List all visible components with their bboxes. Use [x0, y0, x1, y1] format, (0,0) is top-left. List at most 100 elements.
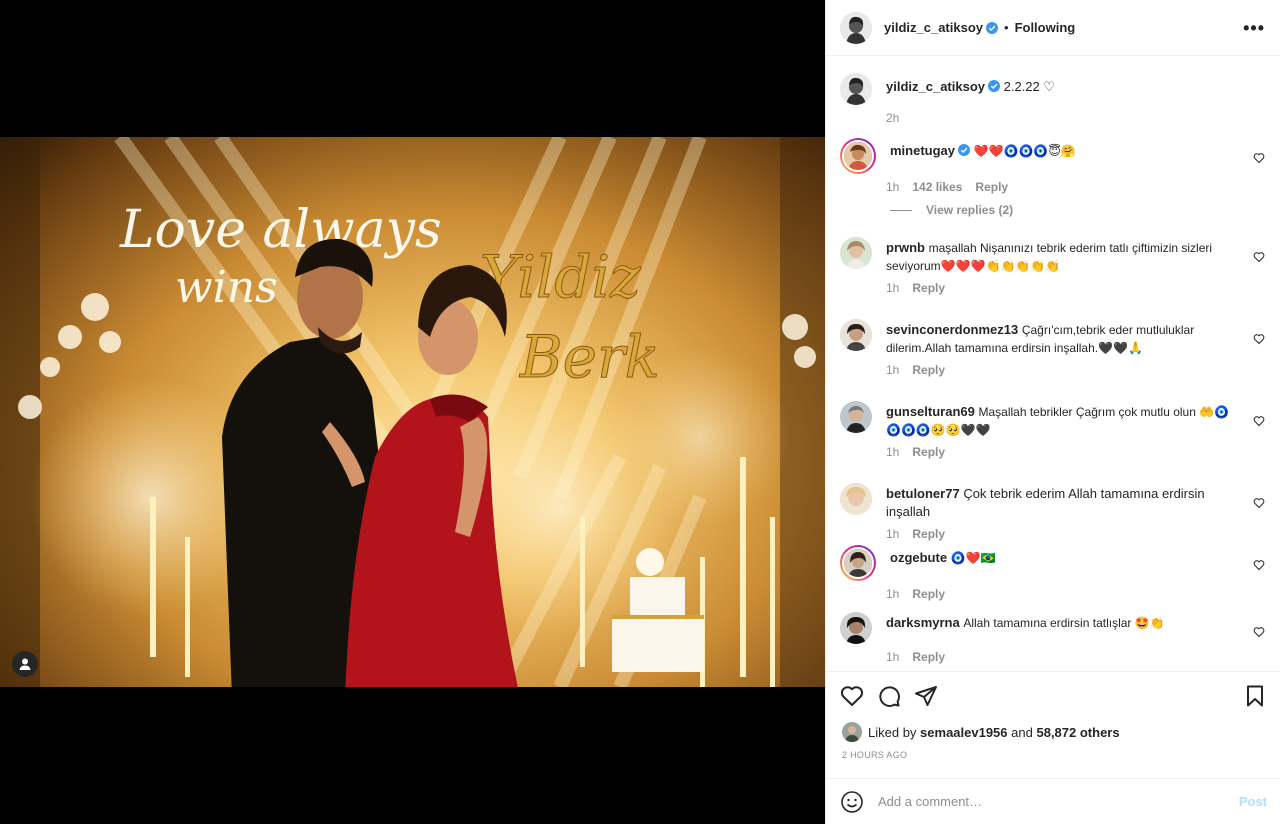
like-comment-heart-icon[interactable]	[1253, 152, 1265, 164]
view-replies-label: View replies (2)	[926, 203, 1014, 217]
view-replies-line	[890, 209, 912, 211]
comment-time[interactable]: 1h	[886, 180, 899, 194]
comment-time[interactable]: 1h	[886, 650, 899, 664]
likes-prefix: Liked by	[868, 724, 917, 740]
comment-username[interactable]: minetugay	[890, 143, 955, 158]
comment-item: gunselturan69 Maşallah tebrikler Çağrım …	[840, 401, 1265, 459]
comment-item: darksmyrna Allah tamamına erdirsin tatlı…	[840, 612, 1265, 664]
caption-username[interactable]: yildiz_c_atiksoy	[886, 79, 985, 94]
comment-username[interactable]: sevinconerdonmez13	[886, 322, 1018, 337]
caption: yildiz_c_atiksoy 2.2.22 ♡ 2h	[840, 73, 1265, 125]
comment-body: ozgebute 🧿❤️🇧🇷	[890, 545, 1245, 567]
like-comment-heart-icon[interactable]	[1253, 333, 1265, 345]
comment-time[interactable]: 1h	[886, 527, 899, 541]
avatar[interactable]	[840, 483, 872, 515]
comment-username[interactable]: prwnb	[886, 240, 925, 255]
comment-text: Allah tamamına erdirsin tatlışlar 🤩👏	[963, 616, 1165, 630]
view-replies-button[interactable]: View replies (2)	[890, 203, 1013, 217]
comment-item: ozgebute 🧿❤️🇧🇷 1h Reply	[840, 545, 1265, 601]
following-button[interactable]: Following	[1015, 20, 1076, 35]
avatar[interactable]	[840, 612, 872, 644]
comment-body: gunselturan69 Maşallah tebrikler Çağrım …	[886, 401, 1241, 439]
comment-bubble-icon[interactable]	[877, 684, 901, 708]
caption-text: 2.2.22 ♡	[1003, 79, 1056, 94]
liked-by-user[interactable]: semaalev1956	[920, 725, 1007, 740]
emoji-smiley-icon[interactable]	[840, 790, 864, 814]
save-bookmark-icon[interactable]	[1243, 684, 1267, 708]
comment-body: sevinconerdonmez13 Çağrı'cım,tebrik eder…	[886, 319, 1241, 357]
comment-text: ❤️❤️🧿🧿🧿😇🤗	[973, 144, 1076, 158]
post-timestamp[interactable]: 2 HOURS AGO	[842, 750, 907, 760]
post-media: Love always wins Yildiz Berk	[0, 0, 825, 824]
reply-button[interactable]: Reply	[912, 650, 945, 664]
add-comment-bar: Post	[826, 778, 1280, 824]
comment-username[interactable]: darksmyrna	[886, 615, 960, 630]
comment-item: betuloner77 Çok tebrik ederim Allah tama…	[840, 483, 1265, 541]
like-heart-icon[interactable]	[840, 684, 864, 708]
author-username[interactable]: yildiz_c_atiksoy	[884, 20, 983, 35]
verified-badge-icon	[988, 80, 1000, 92]
user-icon	[19, 658, 31, 670]
reply-button[interactable]: Reply	[912, 445, 945, 459]
like-comment-heart-icon[interactable]	[1253, 251, 1265, 263]
comment-body: darksmyrna Allah tamamına erdirsin tatlı…	[886, 612, 1241, 632]
verified-badge-icon	[986, 21, 998, 34]
comment-meta: 1h Reply	[886, 363, 1265, 377]
comment-meta: 1h Reply	[886, 650, 1265, 664]
like-comment-heart-icon[interactable]	[1253, 497, 1265, 509]
comment-meta: 1h Reply	[886, 281, 1265, 295]
avatar[interactable]	[840, 401, 872, 433]
avatar[interactable]	[840, 11, 872, 44]
comment-likes-count[interactable]: 142 likes	[912, 180, 962, 194]
tagged-user-button[interactable]	[12, 651, 38, 677]
reply-button[interactable]: Reply	[912, 587, 945, 601]
likes-others[interactable]: 58,872 others	[1036, 725, 1119, 740]
reply-button[interactable]: Reply	[912, 527, 945, 541]
svg-text:wins: wins	[175, 262, 278, 313]
caption-time[interactable]: 2h	[886, 111, 899, 125]
action-bar	[826, 671, 1280, 719]
comment-time[interactable]: 1h	[886, 587, 899, 601]
comment-body: betuloner77 Çok tebrik ederim Allah tama…	[886, 483, 1241, 521]
comment-meta: 1h 142 likes Reply	[886, 180, 1265, 194]
post-comment-button[interactable]: Post	[1239, 794, 1267, 809]
comment-time[interactable]: 1h	[886, 281, 899, 295]
post-photo[interactable]: Love always wins Yildiz Berk	[0, 137, 825, 687]
avatar[interactable]	[840, 138, 876, 174]
avatar[interactable]	[840, 237, 872, 269]
post-dialog: Love always wins Yildiz Berk yildiz_c_at…	[0, 0, 1280, 824]
comment-meta: 1h Reply	[886, 445, 1265, 459]
reply-button[interactable]: Reply	[912, 363, 945, 377]
like-comment-heart-icon[interactable]	[1253, 559, 1265, 571]
comment-item: sevinconerdonmez13 Çağrı'cım,tebrik eder…	[840, 319, 1265, 377]
reply-button[interactable]: Reply	[975, 180, 1008, 194]
comment-body: prwnb maşallah Nişanınızı tebrik ederim …	[886, 237, 1241, 275]
likes-summary: Liked by semaalev1956 and 58,872 others	[842, 722, 1120, 742]
avatar[interactable]	[840, 73, 872, 105]
add-comment-input[interactable]	[878, 794, 1239, 809]
like-comment-heart-icon[interactable]	[1253, 415, 1265, 427]
avatar[interactable]	[840, 319, 872, 351]
comments-list: yildiz_c_atiksoy 2.2.22 ♡ 2h minetugay ❤…	[826, 57, 1280, 670]
svg-text:Love always: Love always	[119, 200, 442, 260]
avatar[interactable]	[842, 722, 862, 742]
separator-dot: •	[1004, 20, 1009, 35]
post-header: yildiz_c_atiksoy • Following •••	[826, 0, 1280, 56]
comment-username[interactable]: betuloner77	[886, 486, 960, 501]
comment-time[interactable]: 1h	[886, 445, 899, 459]
like-comment-heart-icon[interactable]	[1253, 626, 1265, 638]
post-details-panel: yildiz_c_atiksoy • Following ••• yildiz_…	[825, 0, 1280, 824]
reply-button[interactable]: Reply	[912, 281, 945, 295]
likes-and: and	[1011, 724, 1033, 740]
verified-badge-icon	[958, 144, 971, 156]
avatar[interactable]	[840, 545, 876, 581]
share-send-icon[interactable]	[914, 684, 938, 708]
comment-username[interactable]: gunselturan69	[886, 404, 975, 419]
comment-username[interactable]: ozgebute	[890, 550, 947, 565]
more-options-button[interactable]: •••	[1243, 18, 1265, 39]
caption-meta: 2h	[886, 111, 1265, 125]
svg-text:Berk: Berk	[519, 323, 660, 391]
comment-meta: 1h Reply	[886, 587, 1265, 601]
caption-body: yildiz_c_atiksoy 2.2.22 ♡	[886, 73, 1241, 96]
comment-time[interactable]: 1h	[886, 363, 899, 377]
